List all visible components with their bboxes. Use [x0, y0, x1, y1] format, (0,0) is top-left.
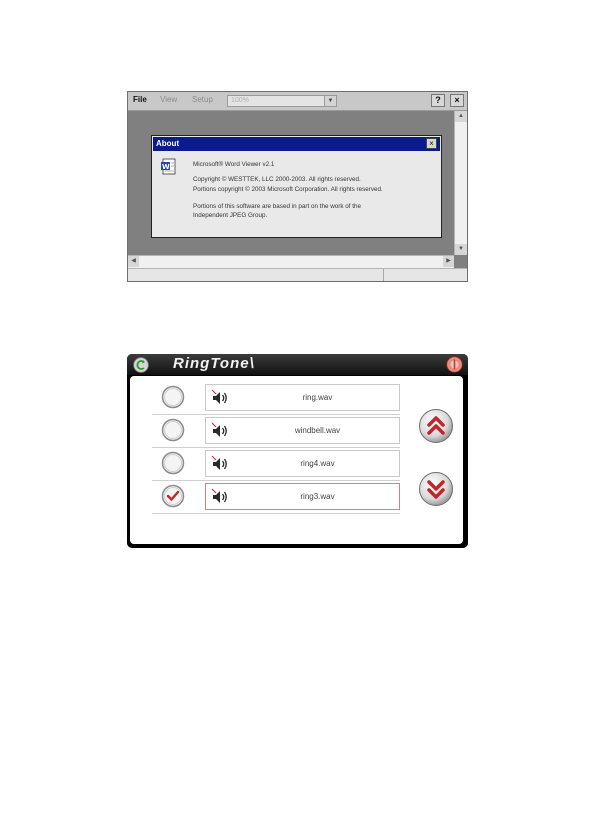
copyright-line-2: Portions copyright © 2003 Microsoft Corp…	[193, 186, 383, 193]
menu-icon[interactable]	[446, 356, 463, 373]
speaker-icon	[211, 455, 227, 470]
about-titlebar: About ×	[153, 137, 440, 151]
ringtone-row[interactable]: ring3.wav	[130, 481, 400, 514]
ringtone-file-name: ring3.wav	[300, 492, 335, 501]
menu-view[interactable]: View	[160, 95, 177, 104]
jpeg-credit-line-2: Independent JPEG Group.	[193, 212, 268, 219]
menu-bar: File View Setup 100% ▼ ? ×	[128, 92, 467, 111]
ringtone-screen: RingTone\ ring.wav windbell.wav ring4.wav r…	[127, 354, 468, 548]
zoom-value: 100%	[231, 97, 249, 104]
status-divider	[383, 269, 384, 281]
scroll-right-icon[interactable]: ▶	[443, 256, 454, 267]
menu-setup[interactable]: Setup	[192, 95, 213, 104]
page-title: RingTone\	[173, 355, 255, 372]
ringtone-header: RingTone\	[127, 354, 468, 375]
ringtone-file-name: windbell.wav	[294, 426, 341, 435]
svg-text:W: W	[162, 163, 170, 171]
radio-unchecked-icon[interactable]	[161, 451, 185, 475]
product-name: Microsoft® Word Viewer v2.1	[193, 161, 275, 168]
radio-unchecked-icon[interactable]	[161, 418, 185, 442]
ringtone-row[interactable]: windbell.wav	[130, 415, 400, 448]
jpeg-credit-line-1: Portions of this software are based in p…	[193, 203, 362, 210]
radio-checked-icon[interactable]	[161, 484, 185, 508]
row-divider	[152, 513, 400, 514]
ringtone-file-field[interactable]: windbell.wav	[205, 417, 400, 444]
zoom-select[interactable]: 100% ▼	[227, 95, 337, 107]
ringtone-file-field[interactable]: ring3.wav	[205, 483, 400, 510]
status-bar	[128, 268, 467, 281]
ringtone-row[interactable]: ring.wav	[130, 382, 400, 415]
word-viewer-window: File View Setup 100% ▼ ? × ▲ ▼ ◀ ▶ About…	[127, 91, 468, 282]
speaker-icon	[211, 488, 227, 503]
chevron-down-icon[interactable]: ▼	[324, 96, 336, 106]
copyright-line-1: Copyright © WESTTEK, LLC 2000-2003. All …	[193, 176, 361, 183]
ringtone-file-name: ring.wav	[302, 393, 333, 402]
ringtone-list-panel: ring.wav windbell.wav ring4.wav ring3.wav	[130, 376, 463, 544]
about-close-button[interactable]: ×	[426, 138, 437, 149]
scroll-down-icon[interactable]: ▼	[455, 244, 467, 255]
help-button[interactable]: ?	[431, 94, 445, 107]
word-document-icon: W	[161, 158, 176, 175]
close-button[interactable]: ×	[450, 94, 464, 107]
about-dialog: About × W Microsoft® Word Viewer v2.1 Co…	[151, 135, 442, 238]
ringtone-file-field[interactable]: ring.wav	[205, 384, 400, 411]
scroll-up-icon[interactable]: ▲	[455, 111, 467, 122]
speaker-icon	[211, 389, 227, 404]
ringtone-file-name: ring4.wav	[300, 459, 335, 468]
page-up-button[interactable]	[418, 408, 454, 444]
menu-file[interactable]: File	[133, 95, 147, 104]
horizontal-scrollbar[interactable]: ◀ ▶	[128, 255, 454, 268]
about-title: About	[156, 139, 180, 148]
vertical-scrollbar[interactable]: ▲ ▼	[454, 111, 467, 255]
radio-unchecked-icon[interactable]	[161, 385, 185, 409]
ringtone-row[interactable]: ring4.wav	[130, 448, 400, 481]
ringtone-file-field[interactable]: ring4.wav	[205, 450, 400, 477]
speaker-icon	[211, 422, 227, 437]
back-icon[interactable]	[133, 357, 149, 373]
page-down-button[interactable]	[418, 471, 454, 507]
scroll-left-icon[interactable]: ◀	[128, 256, 139, 267]
